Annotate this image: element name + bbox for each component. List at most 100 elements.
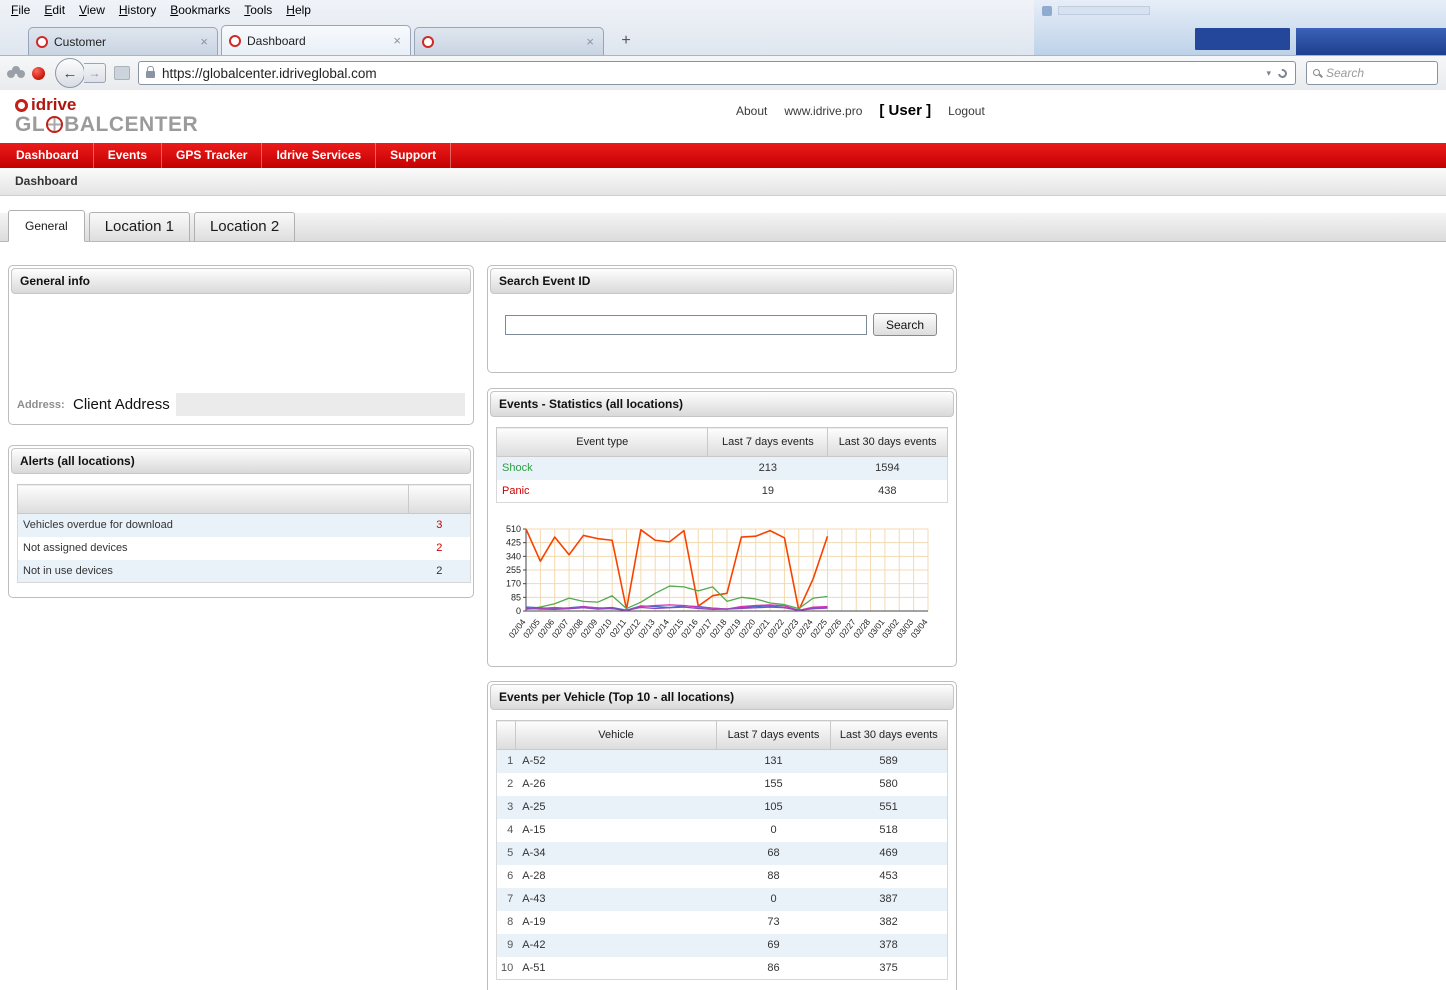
vehicle-rank: 9	[497, 934, 516, 957]
last30-value: 387	[830, 888, 947, 911]
vehicle-row: 1A-52131589	[497, 750, 948, 773]
logo-globalcenter: GL BALCENTER	[15, 114, 198, 135]
tab-bar: Customer×Dashboard×× +	[0, 20, 1446, 55]
tab-close-icon[interactable]: ×	[198, 34, 210, 49]
tab-general[interactable]: General	[8, 210, 85, 242]
nav-item-support[interactable]: Support	[376, 143, 451, 168]
brand-text: idrive	[31, 95, 76, 115]
alert-label: Not in use devices	[18, 560, 409, 583]
vehicle-rank: 6	[497, 865, 516, 888]
menu-view[interactable]: View	[72, 1, 112, 19]
menu-history[interactable]: History	[112, 1, 163, 19]
chart-container: 08517025534042551002/0402/0502/0602/0702…	[490, 515, 954, 664]
menu-file[interactable]: File	[4, 1, 37, 19]
search-event-panel: Search Event ID Search	[487, 265, 957, 373]
logout-link[interactable]: Logout	[948, 104, 985, 118]
navigation-toolbar: ← → ▾	[0, 55, 1446, 90]
urlbar-dropdown-icon[interactable]: ▾	[1259, 68, 1278, 79]
new-tab-button[interactable]: +	[613, 29, 639, 53]
vehicle-name: A-43	[515, 888, 717, 911]
search-button[interactable]: Search	[873, 313, 937, 336]
last7-value: 88	[717, 865, 830, 888]
svg-text:85: 85	[511, 592, 521, 602]
last7-value: 155	[717, 773, 830, 796]
record-extension-icon[interactable]	[32, 67, 45, 80]
alert-label: Not assigned devices	[18, 537, 409, 560]
browser-search-box[interactable]	[1306, 61, 1438, 85]
forward-button[interactable]: →	[84, 63, 106, 83]
vehicle-name: A-51	[515, 957, 717, 980]
vehicle-row: 6A-2888453	[497, 865, 948, 888]
logo[interactable]: idrive GL BALCENTER	[15, 95, 198, 135]
browser-search-input[interactable]	[1326, 66, 1432, 80]
col-last30: Last 30 days events	[830, 721, 947, 750]
brand-ring-icon	[15, 99, 28, 112]
vehicle-row: 5A-3468469	[497, 842, 948, 865]
nav-item-events[interactable]: Events	[94, 143, 162, 168]
svg-text:170: 170	[506, 579, 521, 589]
last7-value: 69	[717, 934, 830, 957]
address-label: Address:	[17, 399, 71, 411]
svg-text:255: 255	[506, 565, 521, 575]
back-button[interactable]: ←	[55, 58, 85, 88]
alerts-col-description	[18, 485, 409, 514]
event-stats-title: Events - Statistics (all locations)	[490, 391, 954, 417]
vehicle-row: 7A-430387	[497, 888, 948, 911]
last7-value: 73	[717, 911, 830, 934]
vehicle-rank: 5	[497, 842, 516, 865]
event-stats-table: Event type Last 7 days events Last 30 da…	[496, 427, 948, 503]
nav-item-idrive-services[interactable]: Idrive Services	[262, 143, 376, 168]
browser-tab-customer[interactable]: Customer×	[28, 27, 218, 55]
tab-close-icon[interactable]: ×	[584, 34, 596, 49]
general-info-body: Address: Client Address	[11, 294, 471, 422]
tab-title: Customer	[54, 35, 198, 49]
vehicle-row: 9A-4269378	[497, 934, 948, 957]
browser-tab-dashboard[interactable]: Dashboard×	[221, 25, 411, 55]
event-type: Shock	[497, 457, 708, 480]
event-id-input[interactable]	[505, 315, 867, 335]
last30-value: 551	[830, 796, 947, 819]
svg-text:340: 340	[506, 551, 521, 561]
menu-bookmarks[interactable]: Bookmarks	[163, 1, 237, 19]
reload-icon[interactable]	[1276, 67, 1289, 80]
vehicle-name: A-19	[515, 911, 717, 934]
event-stat-row: Shock2131594	[497, 457, 948, 480]
browser-tab-blank[interactable]: ×	[414, 27, 604, 55]
tab-location-1[interactable]: Location 1	[89, 212, 190, 241]
extension-paw-icon[interactable]	[12, 66, 20, 74]
tab-location-2[interactable]: Location 2	[194, 212, 295, 241]
about-link[interactable]: About	[736, 104, 767, 118]
vehicle-row: 10A-5186375	[497, 957, 948, 980]
vehicle-name: A-28	[515, 865, 717, 888]
col-vehicle: Vehicle	[515, 721, 717, 750]
vehicle-rank: 3	[497, 796, 516, 819]
alert-value: 2	[409, 537, 471, 560]
col-last30: Last 30 days events	[828, 428, 948, 457]
site-identity-icon[interactable]	[114, 66, 130, 80]
menu-help[interactable]: Help	[279, 1, 318, 19]
browser-tabs: Customer×Dashboard××	[28, 25, 607, 55]
menu-edit[interactable]: Edit	[37, 1, 72, 19]
user-link[interactable]: [ User ]	[879, 102, 931, 119]
page: idrive GL BALCENTER About www.idrive.pro…	[0, 90, 1446, 990]
site-link[interactable]: www.idrive.pro	[784, 104, 862, 118]
alert-row: Vehicles overdue for download3	[18, 514, 471, 537]
last30-value: 589	[830, 750, 947, 773]
url-input[interactable]	[162, 66, 1259, 81]
menu-tools[interactable]: Tools	[237, 1, 279, 19]
logo-text-right: BALCENTER	[64, 114, 198, 135]
alerts-header-row	[18, 485, 471, 514]
address-row: Address: Client Address	[13, 389, 469, 420]
vehicle-name: A-52	[515, 750, 717, 773]
tab-close-icon[interactable]: ×	[391, 33, 403, 48]
vehicle-name: A-15	[515, 819, 717, 842]
event-stats-panel: Events - Statistics (all locations) Even…	[487, 388, 957, 667]
breadcrumb-bar: Dashboard	[0, 168, 1446, 196]
nav-item-gps-tracker[interactable]: GPS Tracker	[162, 143, 262, 168]
nav-item-dashboard[interactable]: Dashboard	[2, 143, 94, 168]
stats-header-row: Event type Last 7 days events Last 30 da…	[497, 428, 948, 457]
event-stat-row: Panic19438	[497, 480, 948, 503]
last30-value: 382	[830, 911, 947, 934]
last7-value: 19	[708, 480, 828, 503]
url-bar[interactable]: ▾	[138, 61, 1296, 85]
